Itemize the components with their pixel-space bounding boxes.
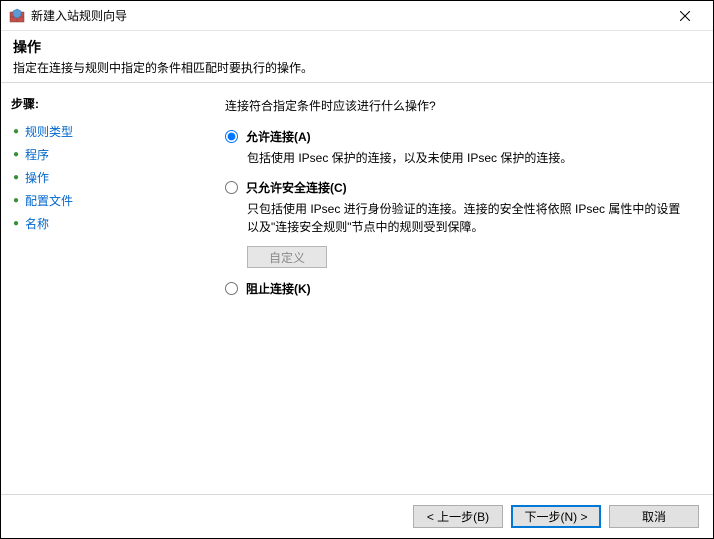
step-name[interactable]: ● 名称 xyxy=(11,212,191,235)
customize-button: 自定义 xyxy=(247,246,327,268)
step-label: 操作 xyxy=(25,169,49,186)
firewall-icon xyxy=(9,8,25,24)
option-allow-secure: 只允许安全连接(C) 只包括使用 IPsec 进行身份验证的连接。连接的安全性将… xyxy=(225,179,689,268)
option-allow-secure-desc: 只包括使用 IPsec 进行身份验证的连接。连接的安全性将依照 IPsec 属性… xyxy=(247,200,689,236)
bullet-icon: ● xyxy=(13,150,19,160)
page-desc: 指定在连接与规则中指定的条件相匹配时要执行的操作。 xyxy=(13,59,701,76)
content-panel: 连接符合指定条件时应该进行什么操作? 允许连接(A) 包括使用 IPsec 保护… xyxy=(201,83,713,494)
window-title: 新建入站规则向导 xyxy=(31,7,665,24)
close-button[interactable] xyxy=(665,2,705,30)
step-program[interactable]: ● 程序 xyxy=(11,143,191,166)
option-allow-secure-row[interactable]: 只允许安全连接(C) xyxy=(225,179,689,196)
header-panel: 操作 指定在连接与规则中指定的条件相匹配时要执行的操作。 xyxy=(1,31,713,83)
bullet-icon: ● xyxy=(13,173,19,183)
option-allow-secure-label: 只允许安全连接(C) xyxy=(246,179,347,196)
page-title: 操作 xyxy=(13,37,701,57)
cancel-button[interactable]: 取消 xyxy=(609,505,699,528)
step-label: 程序 xyxy=(25,146,49,163)
option-block-label: 阻止连接(K) xyxy=(246,280,311,297)
bullet-icon: ● xyxy=(13,127,19,137)
option-block: 阻止连接(K) xyxy=(225,280,689,297)
next-button[interactable]: 下一步(N) > xyxy=(511,505,601,528)
option-block-row[interactable]: 阻止连接(K) xyxy=(225,280,689,297)
step-action[interactable]: ● 操作 xyxy=(11,166,191,189)
step-label: 名称 xyxy=(25,215,49,232)
option-allow-label: 允许连接(A) xyxy=(246,128,311,145)
radio-allow[interactable] xyxy=(225,130,238,143)
option-allow-desc: 包括使用 IPsec 保护的连接，以及未使用 IPsec 保护的连接。 xyxy=(247,149,689,167)
steps-sidebar: 步骤: ● 规则类型 ● 程序 ● 操作 ● 配置文件 ● 名称 xyxy=(1,83,201,494)
titlebar: 新建入站规则向导 xyxy=(1,1,713,31)
radio-block[interactable] xyxy=(225,282,238,295)
bullet-icon: ● xyxy=(13,196,19,206)
back-button[interactable]: < 上一步(B) xyxy=(413,505,503,528)
close-icon xyxy=(680,11,690,21)
step-label: 配置文件 xyxy=(25,192,73,209)
steps-heading: 步骤: xyxy=(11,95,191,112)
radio-allow-secure[interactable] xyxy=(225,181,238,194)
step-profile[interactable]: ● 配置文件 xyxy=(11,189,191,212)
bullet-icon: ● xyxy=(13,219,19,229)
step-label: 规则类型 xyxy=(25,123,73,140)
option-allow: 允许连接(A) 包括使用 IPsec 保护的连接，以及未使用 IPsec 保护的… xyxy=(225,128,689,167)
step-rule-type[interactable]: ● 规则类型 xyxy=(11,120,191,143)
footer: < 上一步(B) 下一步(N) > 取消 xyxy=(1,494,713,538)
option-allow-row[interactable]: 允许连接(A) xyxy=(225,128,689,145)
content-question: 连接符合指定条件时应该进行什么操作? xyxy=(225,97,689,114)
